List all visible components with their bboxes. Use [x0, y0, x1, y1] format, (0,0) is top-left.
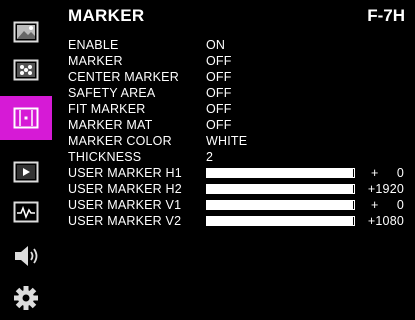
setting-row-thickness[interactable]: THICKNESS 2 [68, 150, 408, 165]
setting-label: CENTER MARKER [68, 70, 179, 84]
waveform-icon [13, 201, 39, 223]
setting-label: MARKER [68, 54, 123, 68]
dots-icon [13, 59, 39, 81]
user-marker-value: +1920 [367, 182, 404, 196]
setting-label: MARKER COLOR [68, 134, 172, 148]
user-marker-row-h2[interactable]: USER MARKER H2 +1920 [68, 182, 408, 197]
setting-row-marker[interactable]: MARKER OFF [68, 54, 408, 69]
sidebar [0, 0, 52, 320]
sidebar-item-picture[interactable] [0, 12, 52, 52]
page-title: MARKER [68, 6, 145, 25]
slider-fill [207, 201, 353, 209]
setting-value: WHITE [206, 134, 248, 148]
setting-value: OFF [206, 86, 232, 100]
model-name: F-7H [367, 6, 405, 25]
setting-row-marker-mat[interactable]: MARKER MAT OFF [68, 118, 408, 133]
sidebar-item-waveform[interactable] [0, 192, 52, 232]
user-marker-value: + 0 [370, 198, 404, 212]
picture-icon [13, 21, 39, 43]
sidebar-item-settings[interactable] [0, 278, 52, 318]
slider-fill [207, 217, 353, 225]
setting-value: OFF [206, 54, 232, 68]
user-marker-slider[interactable] [206, 216, 355, 226]
user-marker-slider[interactable] [206, 184, 355, 194]
sidebar-item-dots[interactable] [0, 50, 52, 90]
setting-value: OFF [206, 70, 232, 84]
user-marker-label: USER MARKER V2 [68, 214, 182, 228]
user-marker-slider[interactable] [206, 200, 355, 210]
user-marker-row-v1[interactable]: USER MARKER V1 + 0 [68, 198, 408, 213]
user-marker-slider[interactable] [206, 168, 355, 178]
setting-label: SAFETY AREA [68, 86, 156, 100]
setting-label: FIT MARKER [68, 102, 146, 116]
setting-value: OFF [206, 118, 232, 132]
setting-row-marker-color[interactable]: MARKER COLOR WHITE [68, 134, 408, 149]
setting-label: THICKNESS [68, 150, 142, 164]
user-marker-label: USER MARKER H2 [68, 182, 182, 196]
setting-row-safety-area[interactable]: SAFETY AREA OFF [68, 86, 408, 101]
setting-row-enable[interactable]: ENABLE ON [68, 38, 408, 53]
sidebar-item-play[interactable] [0, 152, 52, 192]
setting-value: ON [206, 38, 226, 52]
speaker-icon [15, 246, 38, 266]
user-marker-label: USER MARKER H1 [68, 166, 182, 180]
user-marker-label: USER MARKER V1 [68, 198, 182, 212]
user-marker-value: + 0 [370, 166, 404, 180]
play-icon [13, 161, 39, 183]
user-marker-row-h1[interactable]: USER MARKER H1 + 0 [68, 166, 408, 181]
gear-icon [14, 286, 38, 310]
setting-value: 2 [206, 150, 214, 164]
user-marker-value: +1080 [367, 214, 404, 228]
sidebar-item-marker[interactable] [0, 96, 52, 140]
marker-icon [13, 107, 39, 129]
slider-fill [207, 169, 353, 177]
sidebar-item-speaker[interactable] [0, 236, 52, 276]
setting-row-center-marker[interactable]: CENTER MARKER OFF [68, 70, 408, 85]
setting-label: ENABLE [68, 38, 119, 52]
user-marker-row-v2[interactable]: USER MARKER V2 +1080 [68, 214, 408, 229]
slider-fill [207, 185, 353, 193]
setting-row-fit-marker[interactable]: FIT MARKER OFF [68, 102, 408, 117]
setting-value: OFF [206, 102, 232, 116]
setting-label: MARKER MAT [68, 118, 153, 132]
